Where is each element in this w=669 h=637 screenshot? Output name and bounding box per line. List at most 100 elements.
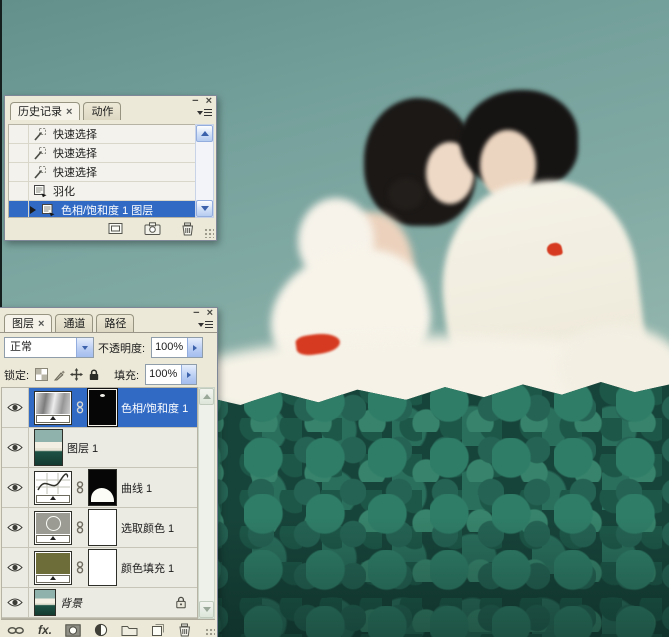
- history-state-icon: [29, 184, 51, 198]
- visibility-toggle[interactable]: [2, 428, 29, 467]
- link-mask-icon: [76, 401, 84, 414]
- history-brush-source-cell[interactable]: [9, 182, 29, 200]
- quick-selection-icon: [29, 165, 51, 179]
- layer-name: 曲线 1: [121, 480, 152, 496]
- close-icon[interactable]: ×: [207, 308, 213, 318]
- layer-name: 颜色填充 1: [121, 560, 174, 576]
- history-item[interactable]: 快速选择: [9, 144, 195, 163]
- tab-close-icon[interactable]: ×: [66, 106, 72, 118]
- layer-name: 图层 1: [67, 440, 98, 456]
- slider-arrow-icon[interactable]: [187, 338, 202, 357]
- resize-grip[interactable]: [204, 228, 214, 238]
- minimize-icon[interactable]: −: [192, 96, 198, 106]
- visibility-toggle[interactable]: [2, 508, 29, 547]
- tab-actions[interactable]: 动作: [83, 102, 121, 120]
- layer-row-hue-saturation[interactable]: 色相/饱和度 1: [2, 388, 197, 428]
- lock-transparency-icon[interactable]: [35, 368, 48, 381]
- tab-channels[interactable]: 通道: [55, 314, 93, 332]
- history-window-buttons: − ×: [192, 96, 212, 106]
- history-item-label: 色相/饱和度 1 图层: [59, 202, 153, 218]
- history-brush-source-cell[interactable]: [9, 125, 29, 143]
- lock-paint-icon[interactable]: [53, 369, 65, 381]
- layer-thumbnail[interactable]: [34, 589, 56, 616]
- slider-arrow-icon[interactable]: [181, 365, 196, 384]
- tab-paths-label: 路径: [104, 318, 126, 330]
- adjustment-thumbnail[interactable]: [34, 391, 72, 425]
- layer-row-background[interactable]: 背景: [2, 588, 197, 618]
- history-brush-source-cell[interactable]: [9, 163, 29, 181]
- visibility-toggle[interactable]: [2, 588, 29, 617]
- history-footer: [9, 220, 194, 237]
- link-mask-icon: [76, 481, 84, 494]
- lock-all-icon[interactable]: [88, 369, 100, 381]
- new-document-from-state-icon[interactable]: [107, 222, 124, 235]
- layer-mask-thumbnail[interactable]: [88, 469, 117, 506]
- visibility-toggle[interactable]: [2, 388, 29, 427]
- history-item[interactable]: 羽化: [9, 182, 195, 201]
- add-layer-mask-icon[interactable]: [65, 624, 81, 637]
- layer-row-color-fill[interactable]: 颜色填充 1: [2, 548, 197, 588]
- chevron-down-icon[interactable]: [76, 338, 93, 357]
- layer-style-icon[interactable]: fx.: [38, 624, 52, 636]
- scroll-down-icon[interactable]: [196, 200, 213, 217]
- eye-icon: [7, 522, 23, 533]
- close-icon[interactable]: ×: [206, 96, 212, 106]
- fill-label: 填充:: [114, 367, 139, 383]
- adjustment-thumbnail[interactable]: [34, 471, 72, 505]
- history-item[interactable]: 快速选择: [9, 163, 195, 182]
- panel-menu-icon[interactable]: [197, 106, 213, 119]
- opacity-input[interactable]: 100%: [151, 337, 203, 358]
- tab-layers-label: 图层: [12, 318, 34, 330]
- tab-close-icon[interactable]: ×: [38, 318, 44, 330]
- minimize-icon[interactable]: −: [193, 308, 199, 318]
- menu-lines-icon: [205, 321, 213, 328]
- layer-row-selective-color[interactable]: 选取颜色 1: [2, 508, 197, 548]
- layer-mask-thumbnail[interactable]: [88, 549, 117, 586]
- tab-history[interactable]: 历史记录 ×: [10, 102, 80, 120]
- eye-icon: [7, 442, 23, 453]
- tab-paths[interactable]: 路径: [96, 314, 134, 332]
- lock-position-icon[interactable]: [70, 368, 83, 381]
- layer-name: 背景: [60, 595, 82, 611]
- delete-layer-icon[interactable]: [178, 623, 191, 637]
- photoshop-workspace: − × 历史记录 × 动作 快速选择: [0, 0, 669, 637]
- delete-icon[interactable]: [181, 222, 194, 236]
- history-panel[interactable]: − × 历史记录 × 动作 快速选择: [4, 95, 217, 241]
- tab-layers[interactable]: 图层 ×: [4, 314, 52, 332]
- history-pointer-icon: [29, 206, 37, 214]
- history-item-selected[interactable]: 色相/饱和度 1 图层: [9, 201, 195, 218]
- scroll-down-icon[interactable]: [199, 601, 214, 618]
- panel-menu-icon[interactable]: [198, 318, 214, 331]
- history-brush-source-cell[interactable]: [9, 144, 29, 162]
- quick-selection-icon: [29, 127, 51, 141]
- visibility-toggle[interactable]: [2, 468, 29, 507]
- fill-input[interactable]: 100%: [145, 364, 197, 385]
- resize-grip[interactable]: [205, 628, 215, 637]
- layer-row-curves[interactable]: 曲线 1: [2, 468, 197, 508]
- blend-mode-select[interactable]: 正常: [4, 337, 94, 358]
- history-list: 快速选择 快速选择 快速选择 羽化: [8, 124, 196, 218]
- history-item[interactable]: 快速选择: [9, 125, 195, 144]
- fill-swatch-thumbnail[interactable]: [34, 551, 72, 585]
- layers-scrollbar[interactable]: [198, 387, 215, 619]
- scroll-up-icon[interactable]: [196, 125, 213, 142]
- new-adjustment-layer-icon[interactable]: [94, 623, 108, 637]
- link-mask-icon: [76, 561, 84, 574]
- new-layer-icon[interactable]: [151, 623, 165, 637]
- blend-mode-value: 正常: [5, 338, 76, 357]
- visibility-toggle[interactable]: [2, 548, 29, 587]
- tab-history-label: 历史记录: [18, 106, 62, 118]
- history-tab-row: 历史记录 × 动作: [5, 99, 216, 120]
- link-layers-icon[interactable]: [7, 626, 25, 635]
- new-group-icon[interactable]: [121, 624, 138, 636]
- layer-mask-thumbnail[interactable]: [88, 509, 117, 546]
- scroll-up-icon[interactable]: [199, 388, 214, 405]
- layer-row-layer1[interactable]: 图层 1: [2, 428, 197, 468]
- new-snapshot-icon[interactable]: [144, 222, 161, 235]
- adjustment-thumbnail[interactable]: [34, 511, 72, 545]
- history-brush-source-cell[interactable]: [9, 201, 29, 218]
- history-scrollbar[interactable]: [195, 124, 214, 218]
- layer-mask-thumbnail[interactable]: [88, 389, 117, 426]
- layer-thumbnail[interactable]: [34, 429, 63, 466]
- layers-panel[interactable]: − × 图层× 通道 路径 正常 不透明度:: [0, 307, 218, 637]
